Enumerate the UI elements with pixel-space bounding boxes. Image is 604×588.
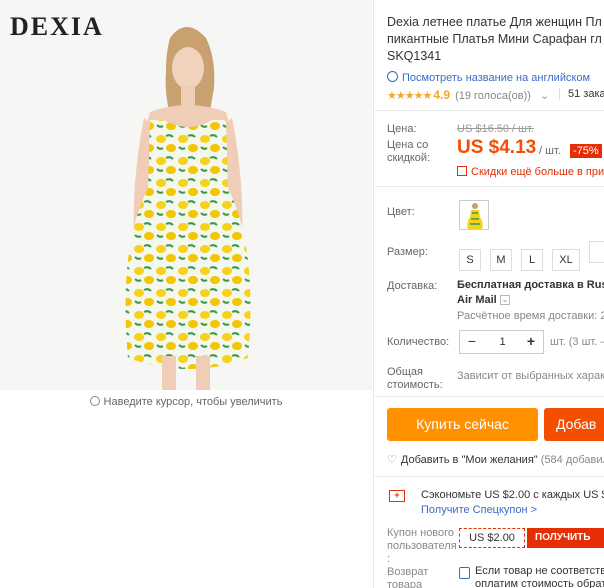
brand-logo: DEXIA [10,12,104,41]
title-line-1: Dexia летнее платье Для женщин Пл [387,15,602,29]
globe-icon [387,71,398,82]
translate-link-text: Посмотреть название на английском [402,72,591,84]
product-title: Dexia летнее платье Для женщин Пл пикант… [387,14,604,65]
buy-now-button[interactable]: Купить сейчас [387,408,538,441]
zoom-hint-text: Наведите курсор, чтобы увеличить [103,396,283,408]
dress-thumbnail-icon [460,201,488,229]
total-label: Общая стоимость: [387,366,443,392]
get-coupon-link[interactable]: Получите Спецкупон > [421,504,537,516]
quantity-label: Количество: [387,336,450,348]
coupon-savings: Сэкономьте US $2.00 с каждых US $15 [421,489,604,501]
get-new-user-coupon-button[interactable]: ПОЛУЧИТЬ [527,528,604,548]
title-line-2: пикантные Платья Мини Сарафан гл [387,32,602,46]
quantity-minus-button[interactable]: − [460,331,484,353]
product-gallery: DEXIA Наведите курсор, чтобы увеличить [0,0,372,588]
rating-summary[interactable]: ★★★★★ 4.9 (19 голоса(ов)) ⌄ [387,88,549,102]
total-label-line-1: Общая [387,366,423,378]
orders-count: 51 заказ [559,88,604,100]
size-option-s[interactable]: S [459,249,481,271]
wishlist-text: Добавить в "Мои желания" [400,454,538,466]
app-promo-text: Скидки ещё больше в прил [471,166,604,178]
shipping-line-2: Air Mail [457,294,497,306]
size-option-xl[interactable]: XL [552,249,580,271]
product-details: Dexia летнее платье Для женщин Пл пикант… [373,0,604,588]
old-price: US $16.50 / шт. [457,123,534,135]
product-photo[interactable]: DEXIA [0,0,372,390]
total-note: Зависит от выбранных характ [457,370,604,382]
dress-model-image [125,27,251,390]
size-option-more[interactable] [589,241,604,263]
discount-badge: -75% [570,144,602,158]
new-user-coupon-value: US $2.00 [459,528,525,548]
total-label-line-2: стоимость: [387,379,443,391]
votes-count: (19 голоса(ов)) [455,90,531,102]
returns-label-line-2: товара [387,579,423,588]
size-option-l[interactable]: L [521,249,543,271]
divider-line [373,110,604,111]
heart-icon: ♡ [387,454,397,466]
app-promo-link[interactable]: Скидки ещё больше в прил [457,165,604,178]
translate-link[interactable]: Посмотреть название на английском [387,70,590,84]
quantity-plus-button[interactable]: + [519,331,543,353]
shipping-label: Доставка: [387,280,438,292]
new-user-label-line-3: : [387,553,391,565]
magnifier-icon [89,396,100,406]
wishlist-count: (584 добавил [540,454,604,466]
coupon-icon: + [389,490,405,502]
size-option-m[interactable]: M [490,249,512,271]
new-user-label-line-2: пользователя [387,540,457,552]
discount-price-label: Цена со скидкой: [387,139,430,165]
return-policy-icon [459,567,470,579]
sale-price: US $4.13 [457,137,537,158]
column-divider [373,0,374,588]
returns-label-line-1: Возврат [387,566,429,578]
price-unit: / шт. [539,145,561,157]
returns-text-line-1: Если товар не соответству [475,565,604,577]
quantity-input[interactable]: 1 [484,331,521,353]
rating-stars-icon: ★★★★★ [387,90,432,102]
color-swatch[interactable] [459,200,489,230]
size-options: S M L XL [459,241,604,271]
qr-code-icon [457,166,467,176]
delivery-estimate: Расчётное время доставки: 26 [457,310,604,322]
add-to-wishlist-link[interactable]: ♡ Добавить в "Мои желания" (584 добавил [387,453,604,466]
divider-line [373,396,604,397]
chevron-down-icon: ⌄ [499,295,510,306]
shipping-line-1: Бесплатная доставка в Russi [457,279,604,291]
new-user-label-line-1: Купон нового [387,527,455,539]
title-line-3: SKQ1341 [387,49,442,63]
quantity-stepper: − 1 + [459,330,544,354]
shipping-method[interactable]: Бесплатная доставка в Russi Air Mail ⌄ [457,278,604,308]
zoom-hint: Наведите курсор, чтобы увеличить [0,395,372,408]
divider-line [373,476,604,477]
discount-label-line-1: Цена со [387,139,429,151]
new-user-coupon-label: Купон нового пользователя : [387,527,457,566]
price-label: Цена: [387,123,417,135]
discount-label-line-2: скидкой: [387,152,431,164]
returns-label: Возврат товара [387,566,428,588]
returns-text: Если товар не соответству оплатим стоимо… [475,565,604,588]
rating-value: 4.9 [433,88,450,102]
color-label: Цвет: [387,206,415,218]
add-to-cart-button[interactable]: Добав [544,408,604,441]
returns-text-line-2: оплатим стоимость обратн [475,578,604,588]
chevron-down-icon: ⌄ [539,90,550,102]
size-label: Размер: [387,246,428,258]
divider-line [373,186,604,187]
quantity-note: шт. (3 шт. – [550,336,604,348]
